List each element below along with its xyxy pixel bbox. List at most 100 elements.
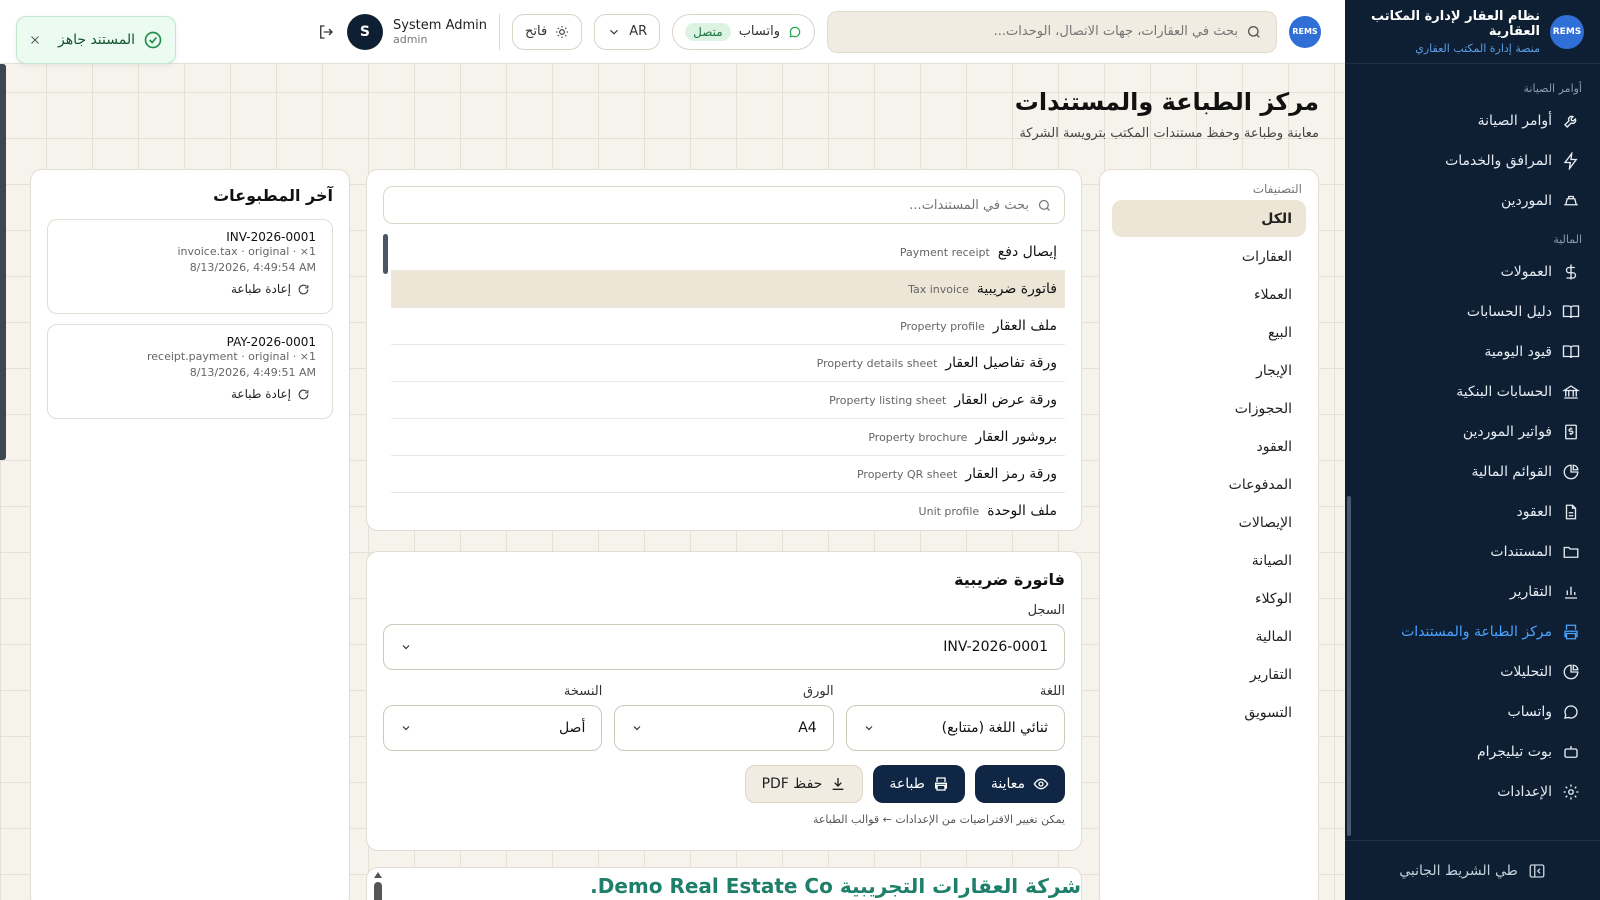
category-item[interactable]: العملاء <box>1112 276 1306 313</box>
copy-label: النسخة <box>563 684 603 699</box>
theme-toggle[interactable]: فاتح <box>512 13 583 50</box>
document-item[interactable]: إيصال دفع Payment receipt <box>391 234 1065 271</box>
save-pdf-button[interactable]: حفظ PDF <box>744 765 864 803</box>
sidebar-item-settings[interactable]: الإعدادات <box>1345 772 1600 812</box>
close-icon[interactable] <box>29 34 41 46</box>
chevron-down-icon <box>607 25 621 39</box>
book-open-icon <box>1562 343 1580 361</box>
document-name-ar: ملف العقار <box>992 318 1057 334</box>
settings-hint: يمكن تغيير الافتراضيات من الإعدادات ← قو… <box>812 813 1065 826</box>
category-item[interactable]: الإيصالات <box>1112 504 1306 541</box>
sidebar-item-print-center[interactable]: مركز الطباعة والمستندات <box>1345 612 1600 652</box>
brand-subtitle: منصة إدارة المكتب العقاري <box>1415 41 1540 55</box>
category-item[interactable]: العقود <box>1112 428 1306 465</box>
category-item[interactable]: الحجوزات <box>1112 390 1306 427</box>
document-item[interactable]: ورقة تفاصيل العقار Property details sheet <box>391 345 1065 382</box>
sidebar-item-documents[interactable]: المستندات <box>1345 532 1600 572</box>
document-name-ar: ملف الوحدة <box>987 503 1057 519</box>
sidebar-item-telegram-bot[interactable]: بوت تيليجرام <box>1345 732 1600 772</box>
brand-logo: REMS <box>1550 14 1584 49</box>
category-item[interactable]: الصيانة <box>1112 542 1306 579</box>
document-preview: شركة العقارات التجريبية Demo Real Estate… <box>366 867 1082 900</box>
recent-print-id: INV-2026-0001 <box>226 230 316 244</box>
record-label: السجل <box>1027 603 1065 618</box>
document-name-en: Property listing sheet <box>829 393 947 407</box>
document-item[interactable]: ورقة عرض العقار Property listing sheet <box>391 382 1065 419</box>
document-name-en: Property profile <box>900 319 985 333</box>
sidebar-item-maintenance-orders[interactable]: أوامر الصيانة <box>1345 101 1600 141</box>
sun-icon <box>555 25 569 39</box>
document-list-panel: إيصال دفع Payment receipt فاتورة ضريبية Tax… <box>366 169 1082 531</box>
document-item[interactable]: بروشور العقار Property brochure <box>391 419 1065 456</box>
user-name: System Admin <box>392 17 488 33</box>
brand: REMS نظام العقار لإدارة المكاتب العقارية… <box>1345 0 1600 64</box>
categories-label: التصنيفات <box>1252 182 1302 196</box>
category-item[interactable]: المالية <box>1112 618 1306 655</box>
category-item[interactable]: التقارير <box>1112 656 1306 693</box>
copy-select[interactable]: أصل <box>383 705 603 751</box>
category-item[interactable]: العقارات <box>1112 238 1306 275</box>
page-scrollbar[interactable] <box>0 64 6 460</box>
reprint-button[interactable]: إعادة طباعة <box>64 282 316 296</box>
category-item[interactable]: الوكلاء <box>1112 580 1306 617</box>
category-item[interactable]: الإيجار <box>1112 352 1306 389</box>
category-item[interactable]: المدفوعات <box>1112 466 1306 503</box>
preview-scrollbar[interactable] <box>373 872 383 900</box>
sidebar-item-analytics[interactable]: التحليلات <box>1345 652 1600 692</box>
sidebar-item-contracts[interactable]: العقود <box>1345 492 1600 532</box>
document-name-ar: ورقة عرض العقار <box>954 392 1057 408</box>
document-item[interactable]: ملف الوحدة Unit profile <box>391 493 1065 524</box>
whatsapp-status-button[interactable]: واتساب متصل <box>672 13 815 50</box>
document-name-ar: فاتورة ضريبية <box>976 281 1057 297</box>
analytics-icon <box>1562 663 1580 681</box>
page-title: مركز الطباعة والمستندات <box>1014 88 1319 116</box>
language-switcher[interactable]: AR <box>594 13 661 50</box>
document-item[interactable]: ورقة رمز العقار Property QR sheet <box>391 456 1065 493</box>
receipt-icon <box>1562 423 1580 441</box>
record-select[interactable]: INV-2026-0001 <box>383 624 1065 670</box>
book-icon <box>1562 303 1580 321</box>
print-button[interactable]: طباعة <box>873 765 965 803</box>
logout-icon <box>317 23 335 41</box>
document-name-en: Property brochure <box>868 430 968 444</box>
document-item[interactable]: ملف العقار Property profile <box>391 308 1065 345</box>
preview-button[interactable]: معاينة <box>974 765 1065 803</box>
sidebar-item-financial-statements[interactable]: القوائم المالية <box>1345 452 1600 492</box>
reprint-button[interactable]: إعادة طباعة <box>64 387 316 401</box>
chevron-down-icon <box>863 722 875 734</box>
paper-select[interactable]: A4 <box>614 705 834 751</box>
chat-icon <box>1562 703 1580 721</box>
sidebar-item-utilities[interactable]: المرافق والخدمات <box>1345 141 1600 181</box>
document-item[interactable]: فاتورة ضريبية Tax invoice <box>391 271 1065 308</box>
sidebar-item-bank-accounts[interactable]: الحسابات البنكية <box>1345 372 1600 412</box>
sidebar-collapse-button[interactable]: طي الشريط الجانبي <box>1345 840 1600 900</box>
document-name-en: Property details sheet <box>816 356 938 370</box>
user-menu[interactable]: System Admin admin S <box>346 13 488 50</box>
document-search[interactable] <box>383 186 1065 224</box>
document-search-input[interactable] <box>396 197 1029 213</box>
sidebar-item-whatsapp[interactable]: واتساب <box>1345 692 1600 732</box>
sidebar-item-supplier-invoices[interactable]: فواتير الموردين <box>1345 412 1600 452</box>
status-badge: متصل <box>685 22 731 41</box>
language-select[interactable]: ثنائي اللغة (متتابع) <box>845 705 1065 751</box>
sidebar-item-journal-entries[interactable]: قيود اليومية <box>1345 332 1600 372</box>
section-label-maintenance: أوامر الصيانة <box>1523 82 1582 95</box>
recent-print-time: 8/13/2026, 4:49:51 AM <box>189 366 316 379</box>
global-search-input[interactable] <box>842 24 1238 39</box>
category-item[interactable]: الكل <box>1112 200 1306 237</box>
category-item[interactable]: البيع <box>1112 314 1306 351</box>
bar-chart-icon <box>1562 583 1580 601</box>
chevron-down-icon <box>400 722 412 734</box>
global-search[interactable] <box>827 10 1277 53</box>
section-label-finance: المالية <box>1553 233 1582 246</box>
document-name-en: Payment receipt <box>899 245 990 259</box>
sidebar-item-reports[interactable]: التقارير <box>1345 572 1600 612</box>
sidebar-item-commissions[interactable]: العمولات <box>1345 252 1600 292</box>
divider <box>499 13 501 50</box>
logout-button[interactable] <box>317 23 335 41</box>
document-name-en: Tax invoice <box>908 282 969 296</box>
refresh-icon <box>297 283 310 296</box>
sidebar-item-chart-of-accounts[interactable]: دليل الحسابات <box>1345 292 1600 332</box>
category-item[interactable]: التسويق <box>1112 694 1306 731</box>
sidebar-item-suppliers[interactable]: الموردين <box>1345 181 1600 221</box>
